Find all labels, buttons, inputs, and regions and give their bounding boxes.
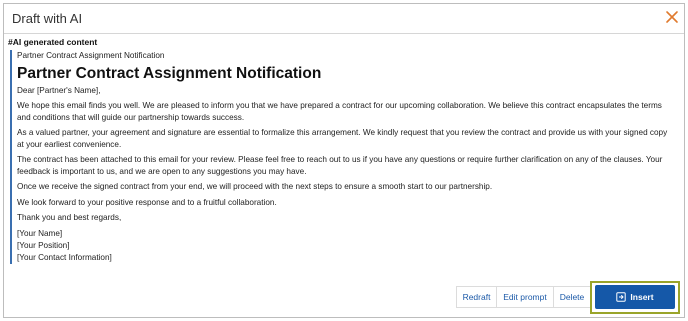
- insert-button[interactable]: Insert: [595, 285, 675, 309]
- email-paragraph: The contract has been attached to this e…: [17, 155, 663, 176]
- generated-email: Partner Contract Assignment Notification…: [10, 50, 674, 264]
- email-subject: Partner Contract Assignment Notification: [17, 51, 165, 60]
- ai-generated-label: #AI generated content: [8, 37, 98, 47]
- dialog-title: Draft with AI: [12, 11, 83, 26]
- email-closing: Thank you and best regards,: [17, 213, 122, 222]
- ai-content: #AI generated content Partner Contract A…: [8, 37, 674, 264]
- email-paragraph: As a valued partner, your agreement and …: [17, 128, 668, 149]
- email-paragraph: Once we receive the signed contract from…: [17, 182, 493, 191]
- signature-contact: [Your Contact Information]: [17, 252, 112, 262]
- signature-name: [Your Name]: [17, 228, 63, 238]
- email-paragraph: We look forward to your positive respons…: [17, 197, 277, 207]
- email-greeting: Dear [Partner's Name],: [17, 85, 101, 95]
- delete-button[interactable]: Delete: [554, 286, 591, 308]
- insert-icon: [616, 292, 627, 302]
- dialog-header: Draft with AI: [4, 4, 684, 34]
- email-paragraph: We hope this email finds you well. We ar…: [17, 101, 662, 122]
- signature-position: [Your Position]: [17, 240, 70, 250]
- insert-label: Insert: [630, 292, 654, 302]
- redraft-button[interactable]: Redraft: [456, 286, 497, 308]
- close-icon[interactable]: [665, 10, 679, 24]
- edit-prompt-button[interactable]: Edit prompt: [497, 286, 554, 308]
- email-heading: Partner Contract Assignment Notification: [17, 64, 322, 82]
